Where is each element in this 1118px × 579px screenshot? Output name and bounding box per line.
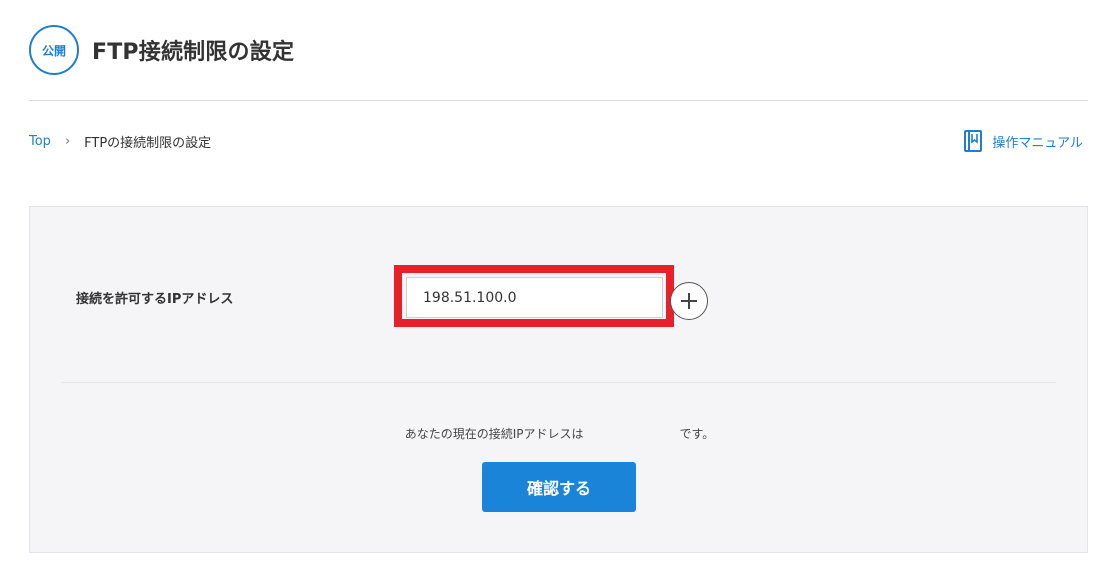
breadcrumb-separator: › (64, 133, 71, 149)
breadcrumb-current: FTPの接続制限の設定 (84, 135, 212, 151)
page: 公開 FTP接続制限の設定 Top › FTPの接続制限の設定 操作マニュアル … (0, 0, 1118, 579)
book-icon (964, 130, 983, 152)
page-title: FTP接続制限の設定 (92, 40, 295, 65)
settings-panel: 接続を許可するIPアドレス あなたの現在の接続IPアドレスは です。 確認する (29, 206, 1088, 553)
manual-label: 操作マニュアル (992, 135, 1083, 151)
breadcrumb: Top › FTPの接続制限の設定 (29, 131, 211, 151)
allowed-ip-input[interactable] (406, 277, 663, 318)
current-ip-text: あなたの現在の接続IPアドレスは です。 (30, 425, 1089, 442)
confirm-button[interactable]: 確認する (482, 462, 636, 512)
plus-icon (681, 293, 697, 309)
current-ip-suffix: です。 (679, 427, 715, 441)
panel-divider (62, 382, 1056, 383)
allowed-ip-label: 接続を許可するIPアドレス (76, 292, 234, 307)
breadcrumb-top-link[interactable]: Top (29, 134, 51, 149)
page-header: 公開 FTP接続制限の設定 (29, 24, 294, 76)
public-badge: 公開 (29, 25, 79, 75)
current-ip-prefix: あなたの現在の接続IPアドレスは (404, 427, 584, 441)
manual-link[interactable]: 操作マニュアル (963, 129, 1083, 153)
add-ip-button[interactable] (670, 282, 708, 320)
header-divider (29, 100, 1088, 101)
